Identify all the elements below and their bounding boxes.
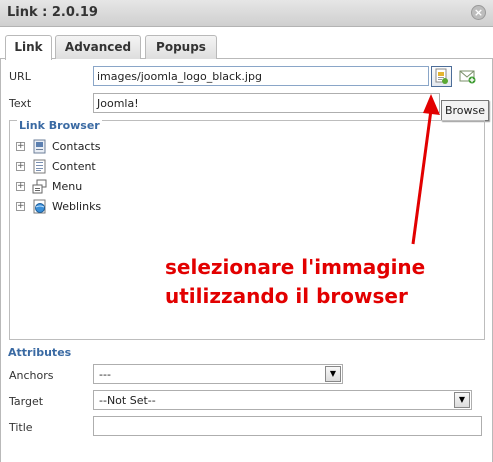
chevron-down-icon[interactable]: ▼ [325,366,341,382]
anchors-label: Anchors [9,369,54,382]
attributes-heading: Attributes [8,346,72,359]
annotation-line-2: utilizzando il browser [165,284,408,308]
annotation-line-1: selezionare l'immagine [165,255,426,279]
chevron-down-icon[interactable]: ▼ [454,392,470,408]
title-label: Title [9,421,33,434]
anchors-value: --- [99,368,111,381]
target-label: Target [9,395,44,408]
tab-link[interactable]: Link [5,35,52,60]
target-select[interactable]: --Not Set-- ▼ [93,390,472,410]
anchors-select[interactable]: --- ▼ [93,364,343,384]
title-input[interactable] [93,416,482,436]
target-value: --Not Set-- [99,394,156,407]
